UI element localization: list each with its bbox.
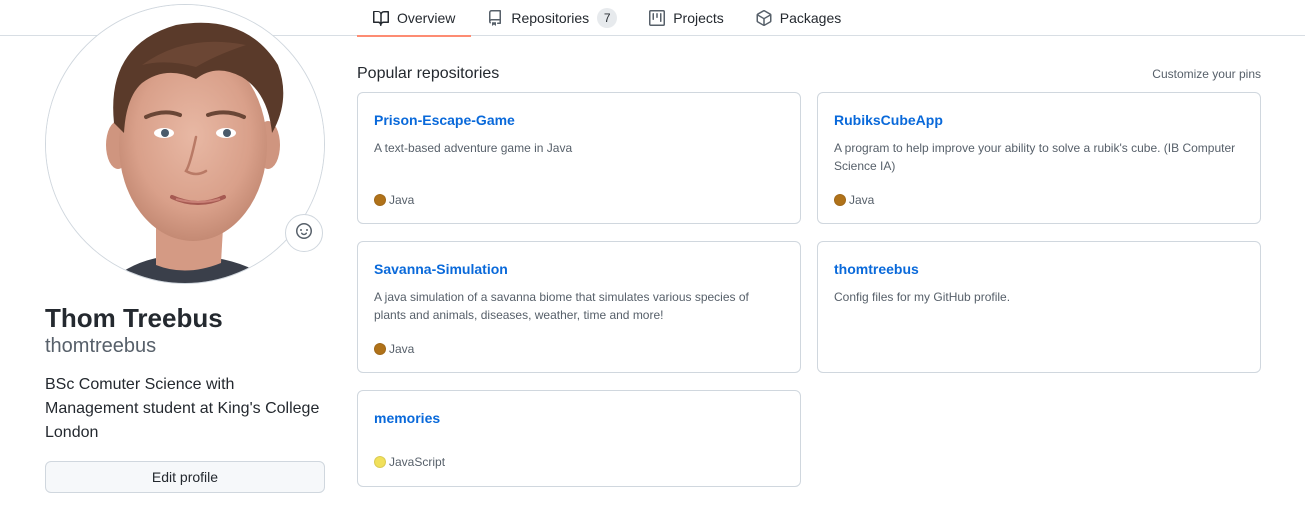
profile-username: thomtreebus [45, 335, 157, 357]
language-label: JavaScript [389, 455, 446, 469]
repo-icon [487, 10, 503, 26]
project-icon [649, 10, 666, 26]
avatar[interactable] [45, 4, 325, 284]
tab-overview-label: Overview [397, 10, 456, 26]
repo-card: Prison-Escape-Game A text-based adventur… [357, 92, 801, 224]
repo-card: memories JavaScript [357, 390, 801, 487]
repo-description: A java simulation of a savanna biome tha… [374, 290, 749, 322]
repositories-count-badge: 7 [597, 8, 618, 28]
repo-language: Java [374, 193, 414, 207]
avatar-portrait-image [46, 5, 324, 283]
popular-repositories-heading: Popular repositories [357, 65, 500, 82]
tab-overview[interactable]: Overview [357, 0, 472, 37]
language-color-dot [374, 456, 386, 468]
repo-card: RubiksCubeApp A program to help improve … [817, 92, 1261, 224]
tab-packages[interactable]: Packages [740, 0, 857, 36]
repo-link[interactable]: Savanna-Simulation [374, 261, 508, 277]
repo-language: Java [834, 193, 874, 207]
profile-full-name: Thom Treebus [45, 303, 223, 333]
language-color-dot [374, 194, 386, 206]
tab-list: Overview Repositories 7 Projects Package… [357, 0, 857, 37]
smiley-icon [296, 222, 312, 244]
repo-link[interactable]: Prison-Escape-Game [374, 112, 515, 128]
tab-projects-label: Projects [673, 10, 724, 26]
tab-repositories[interactable]: Repositories 7 [471, 0, 633, 36]
repo-link[interactable]: thomtreebus [834, 261, 919, 277]
edit-profile-button[interactable]: Edit profile [45, 461, 325, 493]
tab-packages-label: Packages [779, 10, 842, 26]
profile-bio: BSc Comuter Science with Management stud… [45, 376, 320, 441]
set-status-button[interactable] [285, 214, 323, 252]
repo-link[interactable]: RubiksCubeApp [834, 112, 943, 128]
book-icon [373, 10, 389, 26]
tab-repositories-label: Repositories [511, 10, 590, 26]
repo-language: Java [374, 342, 414, 356]
repo-description: Config files for my GitHub profile. [834, 290, 1011, 304]
repo-link[interactable]: memories [374, 410, 440, 426]
language-label: Java [849, 193, 875, 207]
repo-description: A text-based adventure game in Java [374, 141, 573, 155]
repo-card: thomtreebus Config files for my GitHub p… [817, 241, 1261, 373]
language-label: Java [389, 342, 415, 356]
repo-card: Savanna-Simulation A java simulation of … [357, 241, 801, 373]
language-color-dot [834, 194, 846, 206]
repo-language: JavaScript [374, 455, 445, 469]
language-label: Java [389, 193, 415, 207]
avatar-container [45, 4, 325, 284]
package-icon [756, 10, 772, 26]
tab-projects[interactable]: Projects [633, 0, 740, 36]
repo-description: A program to help improve your ability t… [834, 141, 1236, 173]
customize-pins-link[interactable]: Customize your pins [1152, 66, 1261, 82]
language-color-dot [374, 343, 386, 355]
